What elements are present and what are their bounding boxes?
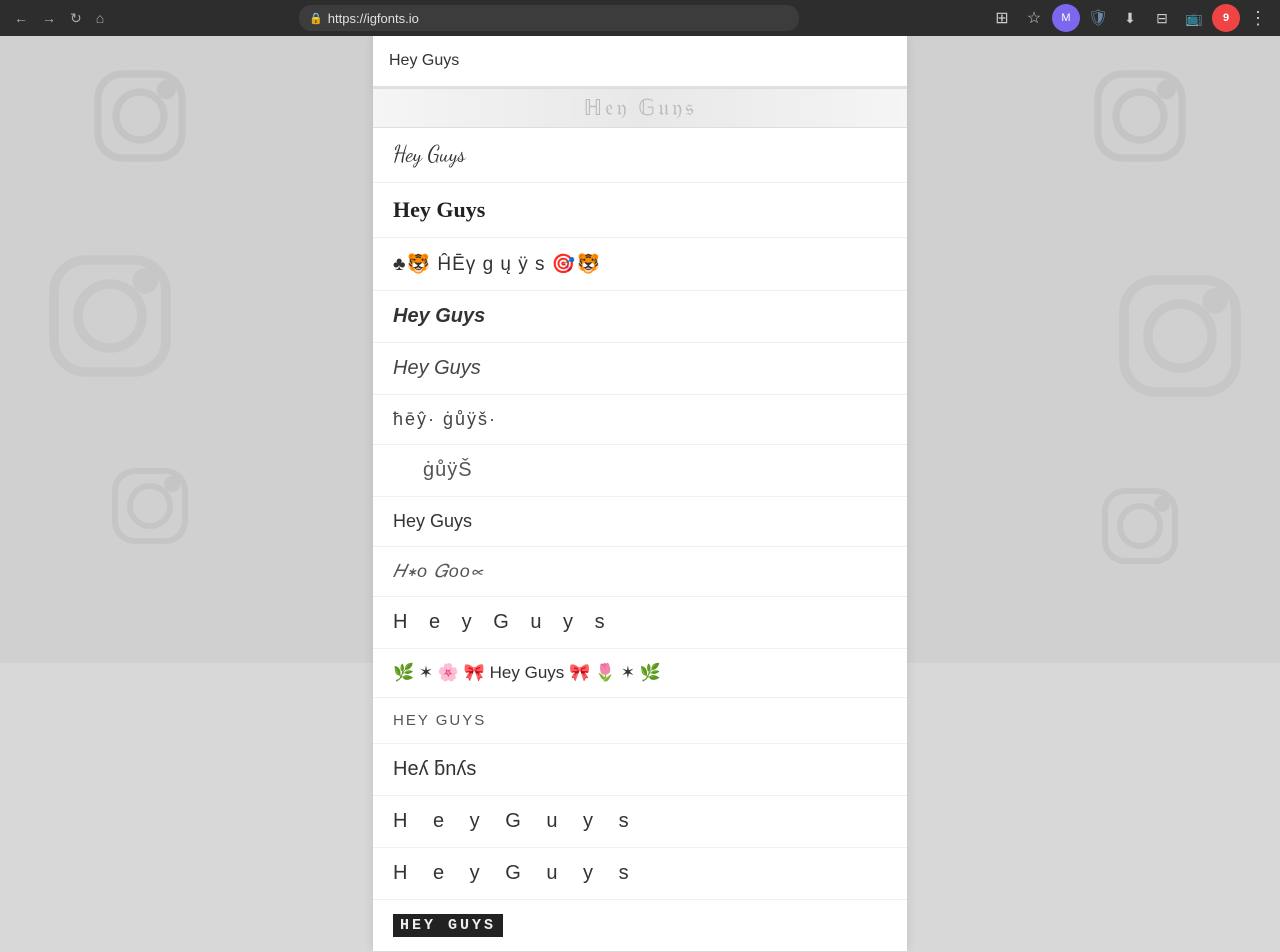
browser-right-icons: ⊞ ☆ M 🛡 ⬇ ⊟ 📺 9 ⋮ — [988, 4, 1272, 32]
lock-icon: 🔒 — [309, 12, 323, 25]
font-result-12[interactable]: HEY GUYS — [373, 698, 907, 744]
cast-button[interactable]: 📺 — [1180, 4, 1208, 32]
bg-logo-6 — [1090, 476, 1190, 581]
separator-bar: ℍ𝔢𝔶 𝔾𝔲𝔶𝔰 — [373, 88, 907, 128]
font-result-5[interactable]: Hey Guys — [373, 343, 907, 395]
font-text-4: Hey Guys — [393, 305, 485, 328]
font-result-13[interactable]: sʎnƃ ʎeH — [373, 744, 907, 796]
notifications-button[interactable]: 9 — [1212, 4, 1240, 32]
font-result-6[interactable]: ħēŷ· ġůÿš· — [373, 395, 907, 445]
font-result-8[interactable]: Hey Guys — [373, 497, 907, 547]
font-text-6: ħēŷ· ġůÿš· — [393, 409, 497, 430]
font-result-1[interactable]: Hey Guys — [373, 128, 907, 183]
bookmark-button[interactable]: ☆ — [1020, 4, 1048, 32]
browser-chrome: ← → ↻ ⌂ 🔒 https://igfonts.io ⊞ ☆ M 🛡 ⬇ ⊟… — [0, 0, 1280, 36]
font-text-2: Hey Guys — [393, 197, 485, 223]
address-bar[interactable]: 🔒 https://igfonts.io — [299, 5, 799, 31]
font-result-14[interactable]: H e y G u y s — [373, 796, 907, 848]
bg-logo-1 — [80, 56, 200, 181]
font-text-8: Hey Guys — [393, 511, 472, 532]
input-section — [373, 36, 907, 88]
forward-button[interactable]: → — [36, 6, 62, 30]
address-bar-wrapper: 🔒 https://igfonts.io — [116, 5, 982, 31]
profile-button[interactable]: M — [1052, 4, 1080, 32]
download-button[interactable]: ⬇ — [1116, 4, 1144, 32]
font-result-9[interactable]: 𝐻∗ο 𝐺οο∝ — [373, 547, 907, 597]
font-result-11[interactable]: 🌿 ✶ 🌸 🎀 Hey Guys 🎀 🌷 ✶ 🌿 — [373, 649, 907, 698]
font-text-10: H e y G u y s — [393, 611, 613, 634]
shield-button[interactable]: 🛡 — [1084, 4, 1112, 32]
font-text-7: ġůÿŠ — [393, 459, 473, 482]
bg-logo-5 — [1100, 256, 1260, 421]
refresh-button[interactable]: ↻ — [64, 6, 88, 31]
font-text-3: ♣🐯 ĤĒγ ɡ ų ÿ ѕ 🎯🐯 — [393, 252, 601, 276]
font-result-15[interactable]: H e y G u y s — [373, 848, 907, 900]
font-text-9: 𝐻∗ο 𝐺οο∝ — [393, 561, 485, 582]
menu-button[interactable]: ⋮ — [1244, 4, 1272, 32]
extensions-button[interactable]: ⊞ — [988, 4, 1016, 32]
font-text-14: H e y G u y s — [393, 810, 639, 833]
home-button[interactable]: ⌂ — [90, 6, 110, 30]
url-text: https://igfonts.io — [328, 11, 419, 26]
font-result-2[interactable]: Hey Guys — [373, 183, 907, 238]
bg-logo-2 — [30, 236, 190, 401]
apps-button[interactable]: ⊟ — [1148, 4, 1176, 32]
bg-logo-3 — [100, 456, 200, 561]
font-result-3[interactable]: ♣🐯 ĤĒγ ɡ ų ÿ ѕ 🎯🐯 — [373, 238, 907, 291]
font-text-11: 🌿 ✶ 🌸 🎀 Hey Guys 🎀 🌷 ✶ 🌿 — [393, 663, 661, 683]
results-section: Hey Guys Hey Guys ♣🐯 ĤĒγ ɡ ų ÿ ѕ 🎯🐯 Hey … — [373, 128, 907, 951]
font-result-4[interactable]: Hey Guys — [373, 291, 907, 343]
text-input[interactable] — [389, 48, 891, 74]
font-result-7[interactable]: ġůÿŠ — [373, 445, 907, 497]
font-result-16[interactable]: HEY GUYS — [373, 900, 907, 951]
font-text-16: HEY GUYS — [393, 914, 503, 937]
font-text-12: HEY GUYS — [393, 712, 486, 729]
font-text-15: H e y G u y s — [393, 862, 639, 885]
bg-logo-4 — [1080, 56, 1200, 181]
font-text-5: Hey Guys — [393, 357, 481, 380]
back-button[interactable]: ← — [8, 6, 34, 30]
font-text-1: Hey Guys — [393, 142, 466, 168]
font-result-10[interactable]: H e y G u y s — [373, 597, 907, 649]
font-text-13: sʎnƃ ʎeH — [393, 758, 476, 781]
separator-preview-text: ℍ𝔢𝔶 𝔾𝔲𝔶𝔰 — [584, 95, 697, 121]
main-content: ℍ𝔢𝔶 𝔾𝔲𝔶𝔰 Hey Guys Hey Guys ♣🐯 ĤĒγ ɡ ų ÿ … — [373, 36, 907, 951]
browser-nav-buttons: ← → ↻ ⌂ — [8, 6, 110, 31]
